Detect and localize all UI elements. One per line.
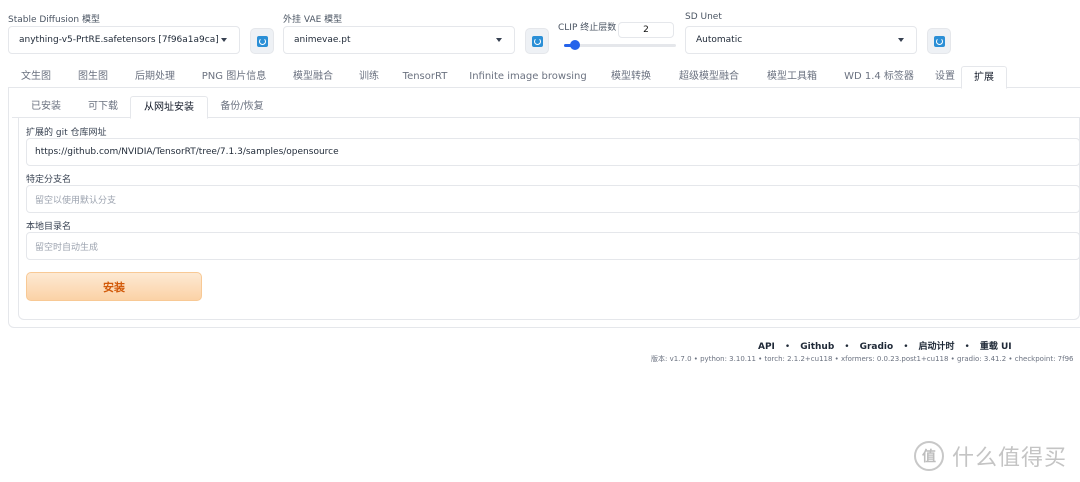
footer-separator: • [784,342,791,352]
clip-slider-thumb[interactable] [570,40,581,50]
sd-model-label: Stable Diffusion 模型 [8,15,100,25]
watermark-logo-icon: 值 [914,441,944,471]
refresh-icon [531,35,543,47]
vae-select[interactable]: animevae.pt [283,26,515,54]
refresh-icon [933,35,945,47]
refresh-icon [256,35,268,47]
tab-model-toolkit[interactable]: 模型工具箱 [754,66,830,88]
branch-input[interactable]: 留空以使用默认分支 [26,185,1080,213]
vae-value: animevae.pt [294,35,351,45]
extensions-subtab-bar: 已安装 可下载 从网址安装 备份/恢复 [12,96,1080,119]
chevron-down-icon [221,38,227,42]
local-dir-input[interactable]: 留空时自动生成 [26,232,1080,260]
refresh-vae-button[interactable] [525,28,549,54]
tab-txt2img[interactable]: 文生图 [8,66,64,88]
refresh-sd-model-button[interactable] [250,28,274,54]
tab-tensorrt[interactable]: TensorRT [392,66,458,88]
tab-extras[interactable]: 后期处理 [122,66,188,88]
tab-checkpoint-merger[interactable]: 模型融合 [280,66,346,88]
local-dir-label: 本地目录名 [26,222,72,232]
tab-img2img[interactable]: 图生图 [66,66,120,88]
git-url-label: 扩展的 git 仓库网址 [26,128,107,138]
tab-super-merger[interactable]: 超级模型融合 [666,66,752,88]
clip-slider[interactable] [564,44,676,47]
branch-label: 特定分支名 [26,175,72,185]
footer-link-startup-profile[interactable]: 启动计时 [919,339,955,352]
vae-label: 外挂 VAE 模型 [283,15,343,25]
version-info: 版本: v1.7.0 • python: 3.10.11 • torch: 2.… [651,355,1074,363]
tab-settings[interactable]: 设置 [928,66,962,88]
clip-number-input[interactable]: 2 [618,22,674,38]
watermark-text: 什么值得买 [952,446,1068,471]
sd-model-value: anything-v5-PrtRE.safetensors [7f96a1a9c… [19,35,219,45]
footer-links: API • Github • Gradio • 启动计时 • 重载 UI [758,339,1012,352]
footer-link-reload-ui[interactable]: 重载 UI [980,339,1012,352]
footer-separator: • [844,342,850,352]
footer-link-gradio[interactable]: Gradio [860,342,894,352]
watermark: 值 什么值得买 [914,440,1067,472]
unet-label: SD Unet [685,12,722,22]
footer-separator: • [964,342,970,352]
clip-label: CLIP 终止层数 [558,23,617,33]
subtab-install-from-url[interactable]: 从网址安装 [130,96,208,119]
main-tab-bar: 文生图 图生图 后期处理 PNG 图片信息 模型融合 训练 TensorRT I… [8,66,1080,89]
subtab-installed[interactable]: 已安装 [18,96,74,118]
tab-train[interactable]: 训练 [348,66,390,88]
footer-link-api[interactable]: API [758,342,775,352]
refresh-unet-button[interactable] [927,28,951,54]
footer-separator: • [903,342,909,352]
tab-model-converter[interactable]: 模型转换 [598,66,664,88]
subtab-available[interactable]: 可下载 [76,96,130,118]
tab-extensions[interactable]: 扩展 [961,66,1007,89]
unet-value: Automatic [696,35,743,45]
chevron-down-icon [496,38,502,42]
git-url-input[interactable]: https://github.com/NVIDIA/TensorRT/tree/… [26,138,1080,166]
tab-png-info[interactable]: PNG 图片信息 [190,66,278,88]
sd-model-select[interactable]: anything-v5-PrtRE.safetensors [7f96a1a9c… [8,26,240,54]
install-button[interactable]: 安装 [26,272,202,301]
tab-infinite-image-browsing[interactable]: Infinite image browsing [460,66,596,88]
tab-wd14-tagger[interactable]: WD 1.4 标签器 [832,66,926,88]
chevron-down-icon [898,38,904,42]
footer-link-github[interactable]: Github [800,342,834,352]
unet-select[interactable]: Automatic [685,26,917,54]
subtab-backup-restore[interactable]: 备份/恢复 [210,96,274,118]
